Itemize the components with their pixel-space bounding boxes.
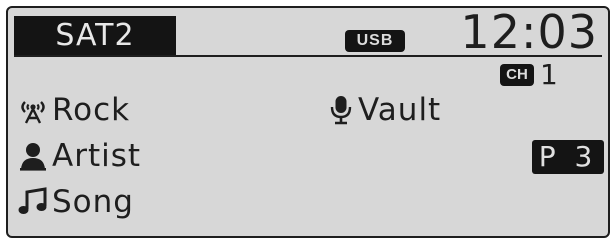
radio-display-screen: SAT2 USB 12:03 CH 1 Rock Artist Song Vau… [6,6,610,238]
category-label: Vault [358,92,442,128]
song-label: Song [52,184,134,220]
genre-label: Rock [52,92,131,128]
song-row: Song [16,182,134,222]
usb-badge: USB [345,30,405,52]
preset-indicator: P 3 [532,140,604,174]
channel-badge: CH [500,64,534,86]
clock-display: 12:03 [460,6,598,59]
channel-number: 1 [540,58,558,91]
source-tab: SAT2 [14,16,176,56]
genre-row: Rock [16,90,130,130]
microphone-icon [330,96,352,125]
category-row: Vault [326,90,441,130]
music-note-icon [18,187,47,214]
artist-person-icon [20,143,46,171]
artist-label: Artist [52,138,142,174]
artist-row: Artist [16,136,141,176]
satellite-antenna-icon [21,101,45,124]
